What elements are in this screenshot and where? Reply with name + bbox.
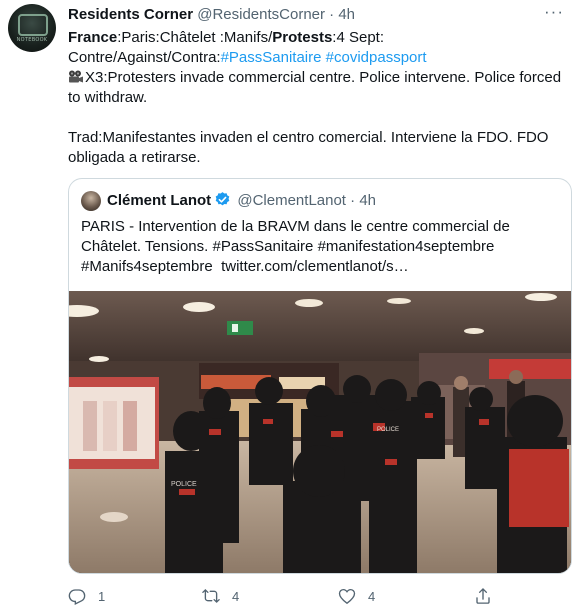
author-handle[interactable]: @ResidentsCorner	[197, 6, 325, 23]
like-count: 4	[368, 588, 376, 604]
retweet-count: 4	[232, 588, 240, 604]
tweet-actions: 1 4 4	[0, 586, 578, 606]
quoted-avatar	[81, 191, 101, 211]
tweet-header: Residents Corner @ResidentsCorner · 4h	[68, 6, 538, 24]
police-jacket-label-2: POLICE	[377, 427, 399, 433]
quoted-hashtag-manifestation: #manifestation4septembre	[317, 238, 495, 255]
quoted-hashtag-manifs: #Manifs4septembre	[81, 258, 213, 275]
author-name[interactable]: Residents Corner	[68, 6, 193, 23]
hashtag-covidpassport[interactable]: #covidpassport	[326, 49, 427, 66]
tweet-text-seg1: :Paris:Châtelet :Manifs/	[117, 29, 273, 46]
verified-badge-icon	[215, 192, 230, 206]
quoted-text-line1: PARIS - Intervention de la BRAVM dans le…	[81, 218, 510, 235]
quoted-text: PARIS - Intervention de la BRAVM dans le…	[81, 217, 561, 277]
quoted-hashtag-passsanitaire: #PassSanitaire	[212, 238, 314, 255]
tweet-time[interactable]: 4h	[338, 6, 355, 23]
share-action[interactable]	[474, 586, 492, 606]
reply-icon[interactable]	[68, 587, 86, 605]
retweet-icon[interactable]	[202, 587, 220, 605]
movie-camera-icon	[69, 70, 83, 83]
header-dot: ·	[329, 6, 335, 23]
video-media[interactable]: POLICE POLICE	[69, 291, 571, 573]
tweet-text-france: France	[68, 29, 118, 46]
tweet-text-line3: X3:Protesters invade commercial centre. …	[68, 69, 562, 106]
reply-action[interactable]: 1	[68, 586, 105, 606]
tweet-text-seg2: :4 Sept:	[332, 29, 384, 46]
quoted-time: 4h	[359, 192, 377, 209]
quoted-author-name: Clément Lanot	[107, 192, 212, 209]
quoted-header: Clément Lanot @ClementLanot · 4h	[107, 191, 376, 211]
tweet-text: France:Paris:Châtelet :Manifs/Protests:4…	[68, 28, 564, 168]
tweet-text-line2: Contre/Against/Contra:	[68, 49, 221, 66]
heart-icon[interactable]	[338, 587, 356, 605]
share-icon[interactable]	[474, 587, 492, 605]
reply-count: 1	[98, 588, 106, 604]
more-horizontal-icon[interactable]: ···	[544, 2, 564, 22]
quoted-author-handle: @ClementLanot	[237, 192, 346, 209]
quoted-tweet-card[interactable]: Clément Lanot @ClementLanot · 4h PARIS -…	[68, 178, 572, 574]
hashtag-passsanitaire[interactable]: #PassSanitaire	[221, 49, 322, 66]
quoted-dot: ·	[350, 192, 356, 209]
tweet-text-line4: Trad:Manifestantes invaden el centro com…	[68, 129, 549, 166]
avatar-caption: NOTEBOOK	[16, 37, 48, 43]
quoted-link: twitter.com/clementlanot/s…	[221, 258, 409, 275]
tweet-text-protests: Protests	[272, 29, 333, 46]
video-frame: POLICE POLICE	[69, 291, 571, 573]
like-action[interactable]: 4	[338, 586, 375, 606]
quoted-text-line2: Châtelet. Tensions.	[81, 238, 213, 255]
author-avatar[interactable]: NOTEBOOK	[8, 4, 56, 52]
retweet-action[interactable]: 4	[202, 586, 239, 606]
tv-icon	[18, 14, 48, 36]
police-jacket-label: POLICE	[171, 481, 197, 488]
